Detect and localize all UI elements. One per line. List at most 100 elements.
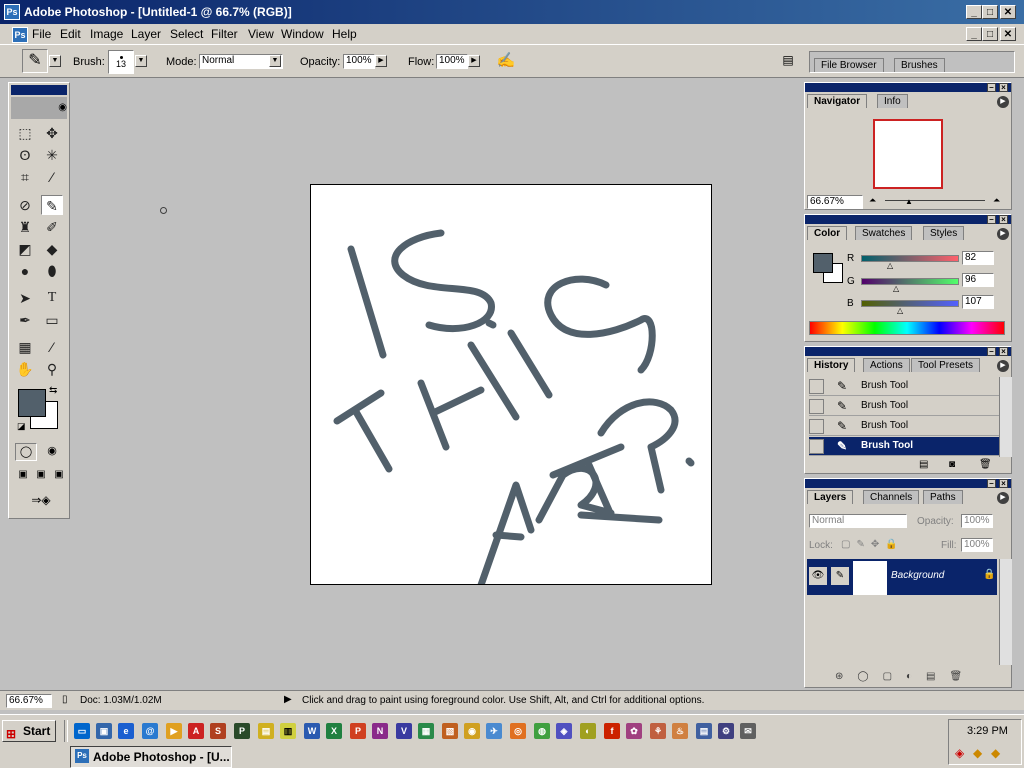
palette-menu-icon[interactable]: ▤ (780, 53, 796, 69)
channel-g-handle[interactable]: △ (893, 284, 899, 293)
new-document-from-state-icon[interactable]: ▤ (919, 459, 928, 470)
zoom-out-icon[interactable]: ⏶ (869, 195, 876, 206)
clone-stamp-tool-icon[interactable]: ♜ (14, 217, 36, 237)
app-icon-30[interactable]: ✉ (740, 723, 756, 739)
tab-tool-presets[interactable]: Tool Presets (911, 358, 981, 372)
default-colors-icon[interactable]: ◪ (17, 421, 26, 432)
history-snapshot-checkbox[interactable] (809, 419, 824, 434)
path-selection-tool-icon[interactable]: ➤ (14, 288, 36, 308)
onenote-icon[interactable]: N (372, 723, 388, 739)
color-ramp[interactable] (809, 321, 1005, 335)
navigator-zoom-field[interactable]: 66.67% (807, 195, 863, 209)
color-fg-swatch[interactable] (813, 253, 833, 273)
layers-menu-arrow-icon[interactable]: ▶ (997, 492, 1009, 504)
standard-mode-icon[interactable]: ◯ (15, 443, 37, 461)
menu-edit[interactable]: Edit (60, 27, 81, 41)
navigator-close-button[interactable]: × (999, 83, 1008, 92)
access-icon[interactable]: ▧ (442, 723, 458, 739)
channel-g-field[interactable]: 96 (962, 273, 994, 287)
lasso-tool-icon[interactable]: ʘ (14, 145, 36, 165)
taskbar-photoshop-button[interactable]: Ps Adobe Photoshop - [U... (70, 746, 232, 768)
opacity-arrow[interactable]: ▶ (375, 55, 387, 67)
excel-icon[interactable]: X (326, 723, 342, 739)
history-close-button[interactable]: × (999, 347, 1008, 356)
layer-visibility-eye-icon[interactable]: 👁 (809, 567, 827, 585)
healing-brush-tool-icon[interactable]: ⊘ (14, 195, 36, 215)
zoom-slider[interactable] (885, 200, 985, 201)
history-item[interactable]: ✎ Brush Tool (809, 417, 999, 436)
photoshop-app-icon[interactable]: Ps (4, 4, 20, 20)
tab-actions[interactable]: Actions (863, 358, 910, 372)
full-screen-menu-mode-icon[interactable]: ▣ (33, 469, 49, 483)
tray-icon-1[interactable]: ◈ (955, 746, 964, 760)
flow-arrow[interactable]: ▶ (468, 55, 480, 67)
type-tool-icon[interactable]: T (41, 288, 63, 308)
layers-minimize-button[interactable]: – (987, 479, 996, 488)
menu-view[interactable]: View (248, 27, 274, 41)
flow-field[interactable]: 100% (436, 54, 468, 69)
firefox-icon[interactable]: ◎ (510, 723, 526, 739)
history-item-current[interactable]: ✎ Brush Tool (809, 437, 999, 456)
menu-layer[interactable]: Layer (131, 27, 161, 41)
navigator-minimize-button[interactable]: – (987, 83, 996, 92)
swap-colors-icon[interactable]: ⇆ (49, 385, 57, 396)
slice-tool-icon[interactable]: ⁄ (41, 167, 63, 187)
history-minimize-button[interactable]: – (987, 347, 996, 356)
brush-dropdown[interactable]: ▼ (135, 55, 147, 67)
tray-icon-3[interactable]: ◆ (991, 746, 1000, 760)
history-item[interactable]: ✎ Brush Tool (809, 397, 999, 416)
channel-b-field[interactable]: 107 (962, 295, 994, 309)
paint-bucket-tool-icon[interactable]: ◆ (41, 239, 63, 259)
app-icon-25[interactable]: ✿ (626, 723, 642, 739)
navigator-menu-arrow-icon[interactable]: ▶ (997, 96, 1009, 108)
tab-info[interactable]: Info (877, 94, 908, 108)
app-icon-28[interactable]: ▤ (696, 723, 712, 739)
tab-layers[interactable]: Layers (807, 490, 854, 504)
channel-g-slider[interactable] (861, 278, 959, 285)
tab-paths[interactable]: Paths (923, 490, 963, 504)
channel-r-slider[interactable] (861, 255, 959, 262)
app-icon-22[interactable]: ◈ (556, 723, 572, 739)
app-icon-18[interactable]: ◉ (464, 723, 480, 739)
color-close-button[interactable]: × (999, 215, 1008, 224)
menu-file[interactable]: File (32, 27, 51, 41)
layer-row-background[interactable]: 👁 ✎ Background 🔒 (807, 559, 997, 595)
minimize-button[interactable]: _ (966, 5, 982, 19)
history-trash-icon[interactable]: 🗑 (979, 459, 992, 470)
powerpoint-icon[interactable]: P (350, 723, 366, 739)
app-icon-21[interactable]: ◍ (534, 723, 550, 739)
menu-filter[interactable]: Filter (211, 27, 238, 41)
notes-icon[interactable]: ▥ (280, 723, 296, 739)
tab-styles[interactable]: Styles (923, 226, 965, 240)
my-computer-icon[interactable]: ▣ (96, 723, 112, 739)
show-desktop-icon[interactable]: ▭ (74, 723, 90, 739)
eraser-tool-icon[interactable]: ◩ (14, 239, 36, 259)
channel-b-handle[interactable]: △ (897, 306, 903, 315)
zoom-in-icon[interactable]: ⏶ (993, 195, 1000, 206)
quick-mask-mode-icon[interactable]: ◉ (41, 443, 63, 461)
project-icon[interactable]: ▦ (418, 723, 434, 739)
zoom-slider-handle[interactable]: ▲ (905, 197, 913, 206)
close-button[interactable]: ✕ (1000, 5, 1016, 19)
jump-to-imageready-icon[interactable]: ⇒◈ (17, 493, 65, 511)
navigator-thumbnail[interactable] (873, 119, 943, 189)
color-menu-arrow-icon[interactable]: ▶ (997, 228, 1009, 240)
history-scrollbar[interactable] (999, 377, 1012, 457)
layer-opacity-field[interactable]: 100% (961, 514, 993, 528)
menu-select[interactable]: Select (170, 27, 203, 41)
history-snapshot-checkbox[interactable] (809, 399, 824, 414)
tab-history[interactable]: History (807, 358, 856, 372)
well-tab-brushes[interactable]: Brushes (894, 58, 945, 72)
flash-icon[interactable]: f (604, 723, 620, 739)
airbrush-icon[interactable]: ✍ (494, 51, 518, 71)
menu-window[interactable]: Window (281, 27, 324, 41)
fill-field[interactable]: 100% (961, 538, 993, 552)
internet-explorer-icon[interactable]: e (118, 723, 134, 739)
layers-footer-icons[interactable]: ⊛◯▢◐▤🗑 (835, 671, 976, 682)
doc-minimize-button[interactable]: _ (966, 27, 982, 41)
app-icon-27[interactable]: ♨ (672, 723, 688, 739)
tray-icon-2[interactable]: ◆ (973, 746, 982, 760)
app-icon-29[interactable]: ⚙ (718, 723, 734, 739)
magic-wand-tool-icon[interactable]: ✳ (41, 145, 63, 165)
channel-r-handle[interactable]: △ (887, 261, 893, 270)
